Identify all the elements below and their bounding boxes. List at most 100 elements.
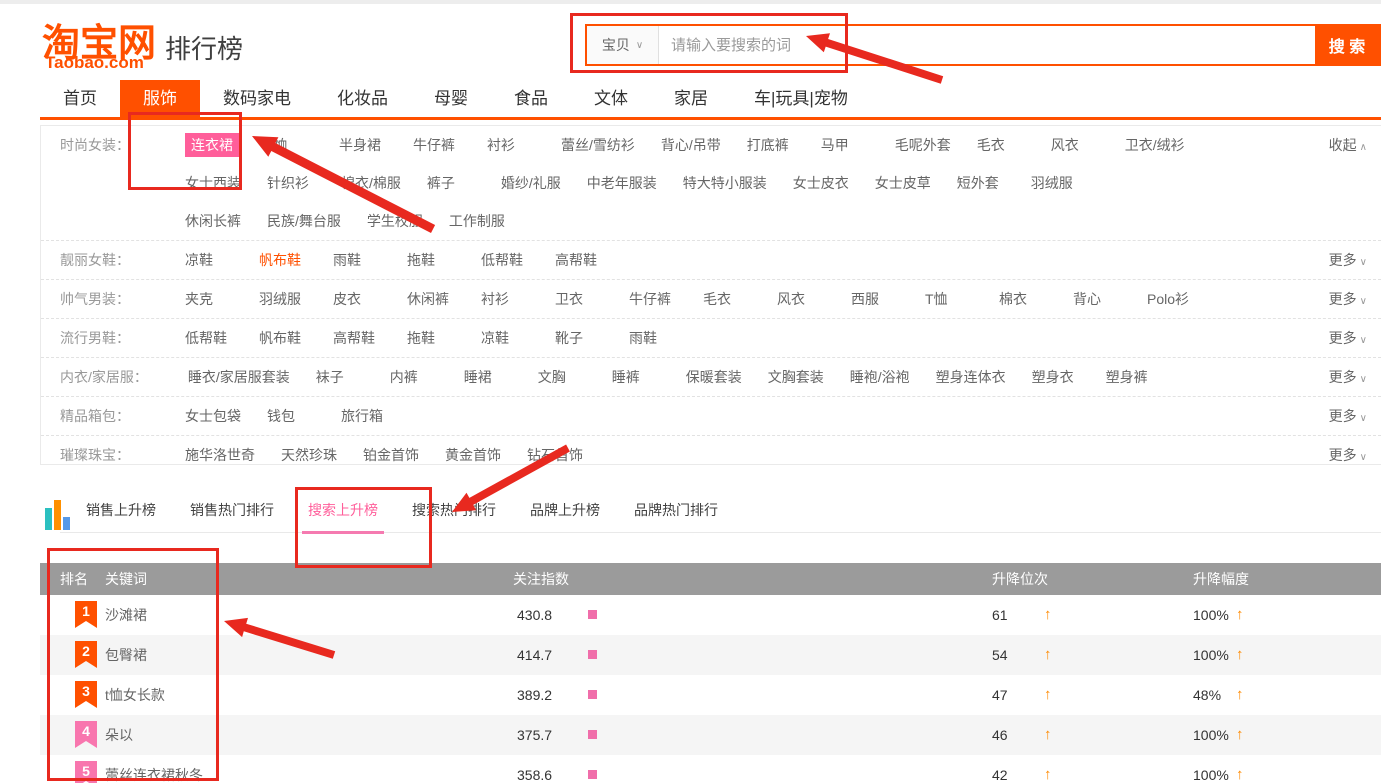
category-link[interactable]: 内裤: [390, 363, 438, 391]
collapse-link[interactable]: 收起∧: [1329, 131, 1367, 162]
more-link[interactable]: 更多∨: [1329, 324, 1367, 355]
category-link[interactable]: 西服: [851, 285, 899, 313]
category-link[interactable]: 睡裤: [612, 363, 660, 391]
category-link[interactable]: 塑身衣: [1032, 363, 1080, 391]
category-link[interactable]: 皮衣: [333, 285, 381, 313]
category-link[interactable]: 牛仔裤: [629, 285, 677, 313]
keyword-link[interactable]: 蕾丝连衣裙秋冬: [105, 755, 203, 783]
rank-tab-2[interactable]: 搜索上升榜: [308, 500, 378, 533]
category-link[interactable]: 风衣: [777, 285, 825, 313]
category-link[interactable]: 天然珍珠: [281, 441, 337, 469]
more-link[interactable]: 更多∨: [1329, 246, 1367, 277]
nav-tab-0[interactable]: 首页: [40, 80, 120, 117]
category-link[interactable]: 睡袍/浴袍: [850, 363, 910, 391]
category-link[interactable]: 袜子: [316, 363, 364, 391]
category-link[interactable]: T恤: [265, 131, 313, 159]
category-link[interactable]: 文胸: [538, 363, 586, 391]
category-link[interactable]: 雨鞋: [629, 324, 677, 352]
nav-tab-8[interactable]: 车|玩具|宠物: [731, 80, 871, 117]
category-link[interactable]: 连衣裙: [185, 133, 239, 157]
category-link[interactable]: 女士西装: [185, 169, 241, 197]
more-link[interactable]: 更多∨: [1329, 363, 1367, 394]
category-link[interactable]: 凉鞋: [185, 246, 233, 274]
category-link[interactable]: 女士皮衣: [793, 169, 849, 197]
category-link[interactable]: 背心: [1073, 285, 1121, 313]
category-link[interactable]: 毛衣: [977, 131, 1025, 159]
category-link[interactable]: 特大特小服装: [683, 169, 767, 197]
category-link[interactable]: 棉衣: [999, 285, 1047, 313]
nav-tab-5[interactable]: 食品: [491, 80, 571, 117]
category-link[interactable]: 黄金首饰: [445, 441, 501, 469]
category-link[interactable]: 低帮鞋: [481, 246, 529, 274]
search-category-dropdown[interactable]: 宝贝 ∨: [587, 26, 659, 64]
nav-tab-3[interactable]: 化妆品: [314, 80, 411, 117]
rank-tab-5[interactable]: 品牌热门排行: [634, 500, 718, 533]
more-link[interactable]: 更多∨: [1329, 402, 1367, 433]
category-link[interactable]: 钱包: [267, 402, 315, 430]
rank-tab-4[interactable]: 品牌上升榜: [530, 500, 600, 533]
category-link[interactable]: 风衣: [1051, 131, 1099, 159]
category-link[interactable]: 旅行箱: [341, 402, 389, 430]
category-link[interactable]: 民族/舞台服: [267, 207, 341, 235]
category-link[interactable]: 塑身裤: [1106, 363, 1154, 391]
category-link[interactable]: 睡衣/家居服套装: [188, 363, 290, 391]
category-link[interactable]: 羽绒服: [1031, 169, 1079, 197]
category-link[interactable]: 短外套: [957, 169, 1005, 197]
category-link[interactable]: 婚纱/礼服: [501, 169, 561, 197]
category-link[interactable]: 中老年服装: [587, 169, 657, 197]
category-link[interactable]: T恤: [925, 285, 973, 313]
keyword-link[interactable]: 沙滩裙: [105, 595, 147, 635]
category-link[interactable]: 卫衣: [555, 285, 603, 313]
nav-tab-4[interactable]: 母婴: [411, 80, 491, 117]
category-link[interactable]: 打底裤: [747, 131, 795, 159]
category-link[interactable]: 卫衣/绒衫: [1125, 131, 1185, 159]
category-link[interactable]: 学生校服: [367, 207, 423, 235]
keyword-link[interactable]: t恤女长款: [105, 675, 165, 715]
category-link[interactable]: 休闲裤: [407, 285, 455, 313]
category-link[interactable]: 蕾丝/雪纺衫: [561, 131, 635, 159]
keyword-link[interactable]: 朵以: [105, 715, 133, 755]
category-link[interactable]: 高帮鞋: [555, 246, 603, 274]
category-link[interactable]: 靴子: [555, 324, 603, 352]
keyword-link[interactable]: 包臀裙: [105, 635, 147, 675]
category-link[interactable]: 羽绒服: [259, 285, 307, 313]
search-input[interactable]: [659, 26, 1315, 64]
category-link[interactable]: 裤子: [427, 169, 475, 197]
category-link[interactable]: 毛呢外套: [895, 131, 951, 159]
category-link[interactable]: 雨鞋: [333, 246, 381, 274]
rank-tab-1[interactable]: 销售热门排行: [190, 500, 274, 533]
rank-tab-0[interactable]: 销售上升榜: [86, 500, 156, 533]
category-link[interactable]: 女士包袋: [185, 402, 241, 430]
category-link[interactable]: 拖鞋: [407, 246, 455, 274]
category-link[interactable]: 睡裙: [464, 363, 512, 391]
category-link[interactable]: 衬衫: [487, 131, 535, 159]
more-link[interactable]: 更多∨: [1329, 285, 1367, 316]
search-button[interactable]: 搜 索: [1315, 26, 1379, 64]
nav-tab-7[interactable]: 家居: [651, 80, 731, 117]
category-link[interactable]: 塑身连体衣: [936, 363, 1006, 391]
category-link[interactable]: 施华洛世奇: [185, 441, 255, 469]
nav-tab-6[interactable]: 文体: [571, 80, 651, 117]
category-link[interactable]: 低帮鞋: [185, 324, 233, 352]
category-link[interactable]: 棉衣/棉服: [341, 169, 401, 197]
category-link[interactable]: 半身裙: [339, 131, 387, 159]
category-link[interactable]: 铂金首饰: [363, 441, 419, 469]
category-link[interactable]: 休闲长裤: [185, 207, 241, 235]
nav-tab-2[interactable]: 数码家电: [200, 80, 314, 117]
category-link[interactable]: 夹克: [185, 285, 233, 313]
category-link[interactable]: 帆布鞋: [259, 324, 307, 352]
taobao-logo-domain[interactable]: Taobao.com: [45, 53, 144, 73]
category-link[interactable]: 女士皮草: [875, 169, 931, 197]
category-link[interactable]: 拖鞋: [407, 324, 455, 352]
category-link[interactable]: 文胸套装: [768, 363, 824, 391]
category-link[interactable]: 工作制服: [449, 207, 505, 235]
category-link[interactable]: 背心/吊带: [661, 131, 721, 159]
more-link[interactable]: 更多∨: [1329, 441, 1367, 472]
category-link[interactable]: Polo衫: [1147, 285, 1195, 313]
category-link[interactable]: 针织衫: [267, 169, 315, 197]
category-link[interactable]: 保暖套装: [686, 363, 742, 391]
category-link[interactable]: 凉鞋: [481, 324, 529, 352]
category-link[interactable]: 毛衣: [703, 285, 751, 313]
category-link[interactable]: 马甲: [821, 131, 869, 159]
category-link[interactable]: 牛仔裤: [413, 131, 461, 159]
